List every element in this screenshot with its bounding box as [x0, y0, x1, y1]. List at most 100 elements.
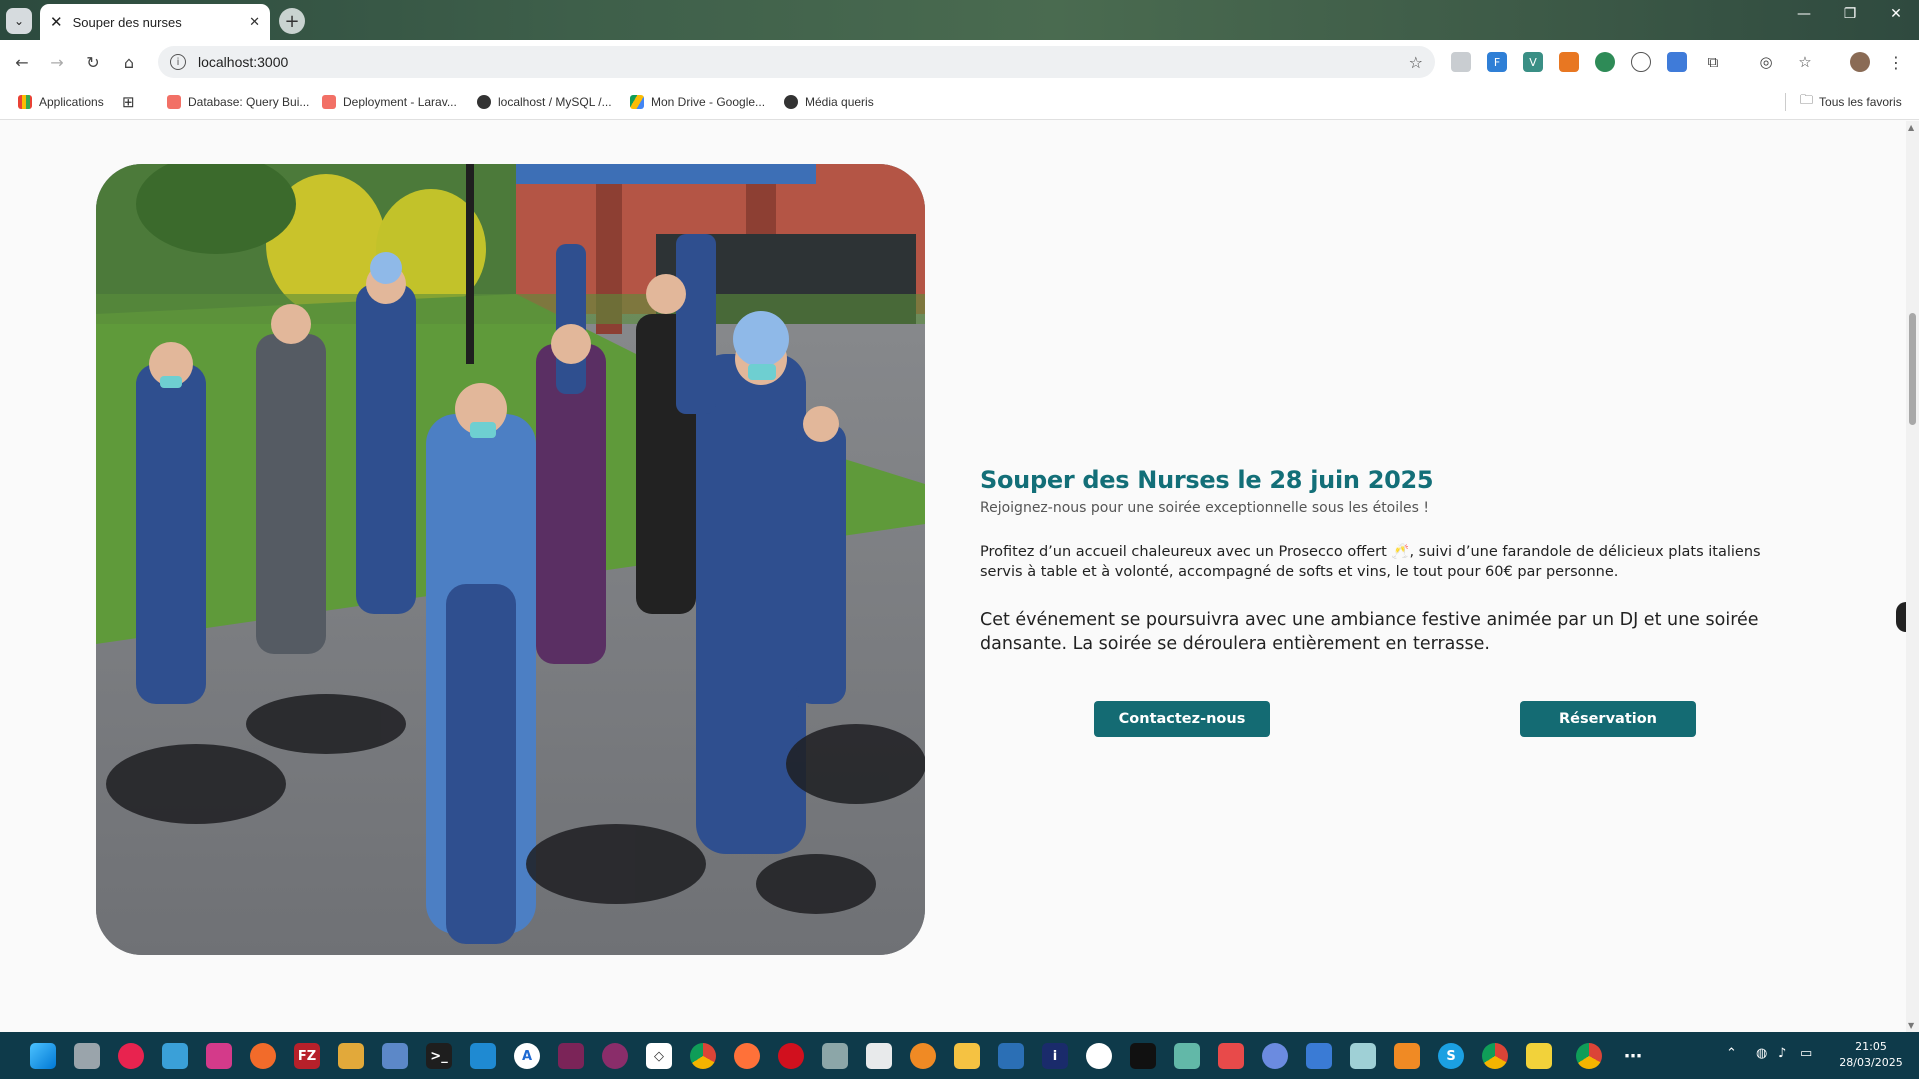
globe-icon: [477, 95, 491, 109]
new-tab-button[interactable]: +: [279, 8, 305, 34]
firefox-icon[interactable]: [734, 1043, 760, 1069]
app-icon[interactable]: [382, 1043, 408, 1069]
app-icon[interactable]: [162, 1043, 188, 1069]
back-icon[interactable]: ←: [10, 50, 34, 74]
bookmark-drive[interactable]: Mon Drive - Google...: [630, 93, 765, 111]
bookmark-database[interactable]: Database: Query Bui...: [167, 93, 309, 111]
app-icon[interactable]: A: [514, 1043, 540, 1069]
bookmark-phpmyadmin[interactable]: localhost / MySQL /...: [477, 93, 612, 111]
favorites-icon[interactable]: ☆: [1795, 52, 1815, 72]
extension-icon[interactable]: [1631, 52, 1651, 72]
git-icon[interactable]: [338, 1043, 364, 1069]
app-icon[interactable]: [1218, 1043, 1244, 1069]
extension-icon[interactable]: [1559, 52, 1579, 72]
nurses-photo: [96, 164, 925, 955]
grid-icon[interactable]: ⊞: [122, 93, 135, 111]
puzzle-icon[interactable]: ⧉: [1703, 52, 1723, 72]
opera-icon[interactable]: [778, 1043, 804, 1069]
info-app-icon[interactable]: i: [1042, 1043, 1068, 1069]
url-text[interactable]: localhost:3000: [198, 54, 288, 70]
screenshot-icon[interactable]: ◎: [1756, 52, 1776, 72]
event-description: Profitez d’un accueil chaleureux avec un…: [980, 544, 1761, 580]
chevron-up-icon[interactable]: ⌃: [1726, 1046, 1737, 1061]
task-view-icon[interactable]: [74, 1043, 100, 1069]
extension-icon[interactable]: [1595, 52, 1615, 72]
app-icon[interactable]: [118, 1043, 144, 1069]
windows-start-icon[interactable]: [30, 1043, 56, 1069]
contact-button[interactable]: Contactez-nous: [1094, 701, 1270, 737]
home-icon[interactable]: ⌂: [117, 50, 141, 74]
menu-icon[interactable]: ⋮: [1886, 52, 1906, 72]
laravel-icon: [167, 95, 181, 109]
tab-search-button[interactable]: ⌄: [6, 8, 32, 34]
extension-icon[interactable]: [1667, 52, 1687, 72]
folder-icon: 🗀: [1800, 92, 1814, 107]
virtualbox-icon[interactable]: ◇: [646, 1043, 672, 1069]
bookmark-label: Database: Query Bui...: [188, 95, 310, 109]
browser-titlebar: ⌄ ✕ Souper des nurses ✕ + — ❐ ✕: [0, 0, 1919, 40]
scroll-thumb[interactable]: [1909, 313, 1916, 425]
app-icon[interactable]: [558, 1043, 584, 1069]
site-info-icon[interactable]: i: [170, 54, 186, 70]
scroll-up-icon[interactable]: ▲: [1908, 123, 1914, 132]
app-icon[interactable]: [1306, 1043, 1332, 1069]
bookmark-media[interactable]: Média queris: [784, 93, 874, 111]
tab-title: Souper des nurses: [72, 14, 182, 30]
all-favorites[interactable]: 🗀 Tous les favoris: [1785, 92, 1902, 111]
vue-devtools-icon[interactable]: V: [1523, 52, 1543, 72]
minimize-icon[interactable]: —: [1781, 6, 1827, 22]
bookmark-label: localhost / MySQL /...: [498, 95, 612, 109]
qbittorrent-icon[interactable]: [1262, 1043, 1288, 1069]
reload-icon[interactable]: ↻: [81, 50, 105, 74]
reservation-button[interactable]: Réservation: [1520, 701, 1696, 737]
battery-icon[interactable]: ▭: [1800, 1046, 1812, 1061]
dev-app-icon[interactable]: [1130, 1043, 1156, 1069]
file-explorer-icon[interactable]: [954, 1043, 980, 1069]
system-clock[interactable]: 21:05 28/03/2025: [1836, 1039, 1906, 1071]
app-icon[interactable]: [250, 1043, 276, 1069]
fork-knife-icon: ✕: [50, 13, 63, 31]
skype-icon[interactable]: S: [1438, 1043, 1464, 1069]
event-description-2: Cet événement se poursuivra avec une amb…: [980, 610, 1759, 654]
restore-icon[interactable]: ❐: [1827, 6, 1873, 22]
page-scrollbar[interactable]: ▲ ▼: [1906, 121, 1919, 1032]
scroll-down-icon[interactable]: ▼: [1908, 1021, 1914, 1030]
vscode-icon[interactable]: [470, 1043, 496, 1069]
window-close-icon[interactable]: ✕: [1873, 6, 1919, 22]
chrome-active-icon[interactable]: [1576, 1043, 1602, 1069]
laravel-icon: [322, 95, 336, 109]
bookmark-applications[interactable]: Applications: [18, 93, 104, 111]
app-icon[interactable]: [998, 1043, 1024, 1069]
filezilla-icon[interactable]: FZ: [294, 1043, 320, 1069]
app-icon[interactable]: [602, 1043, 628, 1069]
volume-icon[interactable]: ♪: [1778, 1046, 1786, 1061]
app-icon[interactable]: [822, 1043, 848, 1069]
phpstorm-icon[interactable]: [206, 1043, 232, 1069]
close-icon[interactable]: ✕: [249, 15, 260, 30]
app-icon[interactable]: [1394, 1043, 1420, 1069]
chrome-icon[interactable]: [690, 1043, 716, 1069]
bookmarks-bar: Applications ⊞ Database: Query Bui... De…: [0, 84, 1919, 120]
browser-tab[interactable]: ✕ Souper des nurses ✕: [40, 4, 270, 40]
google-drive-icon: [630, 95, 644, 109]
address-bar[interactable]: i localhost:3000 ☆: [158, 46, 1435, 78]
app-icon[interactable]: [1086, 1043, 1112, 1069]
bookmark-star-icon[interactable]: ☆: [1409, 53, 1423, 72]
avatar[interactable]: [1850, 52, 1870, 72]
more-icon[interactable]: ⋯: [1620, 1043, 1646, 1069]
chrome-icon[interactable]: [1482, 1043, 1508, 1069]
search-icon[interactable]: [910, 1043, 936, 1069]
app-icon[interactable]: [1174, 1043, 1200, 1069]
app-icon[interactable]: [1350, 1043, 1376, 1069]
floating-widget[interactable]: [1896, 602, 1906, 632]
bookmark-deployment[interactable]: Deployment - Larav...: [322, 93, 457, 111]
store-icon[interactable]: [866, 1043, 892, 1069]
extension-icon[interactable]: F: [1487, 52, 1507, 72]
network-icon[interactable]: ◍: [1756, 1046, 1767, 1061]
event-subtitle: Rejoignez-nous pour une soirée exception…: [980, 500, 1429, 516]
forward-icon[interactable]: →: [45, 50, 69, 74]
bookmark-label: Média queris: [805, 95, 874, 109]
extension-icon[interactable]: [1451, 52, 1471, 72]
terminal-icon[interactable]: >_: [426, 1043, 452, 1069]
app-icon[interactable]: [1526, 1043, 1552, 1069]
